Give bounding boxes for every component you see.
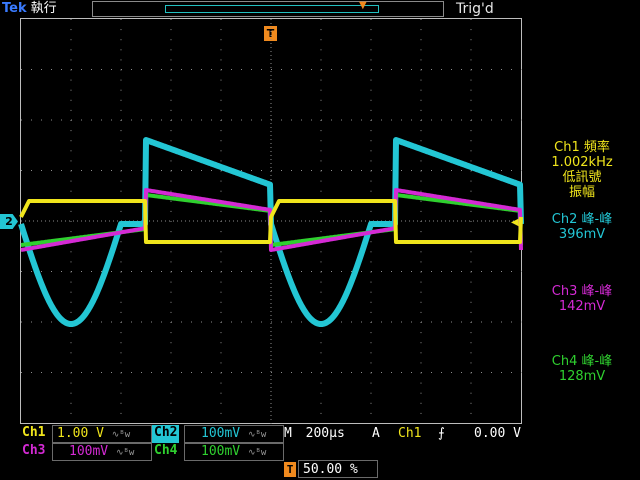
bandwidth-limit-icon: ∿ᴮw [247, 448, 267, 458]
measurement-value: 396mV [558, 227, 606, 242]
trigger-level-icon[interactable]: ◀ [511, 218, 519, 228]
trigger-mode: A [372, 426, 380, 441]
ch1-scale-value: 1.00 V [57, 426, 104, 441]
measurement-value: 128mV [558, 369, 606, 384]
ch1-scale[interactable]: 1.00 V ∿ᴮw [52, 425, 152, 443]
ch3-label[interactable]: Ch3 [20, 443, 47, 461]
timebase-label: M [284, 426, 292, 441]
measurement-ch2-pk2pk: Ch2 峰-峰 396mV [524, 212, 640, 242]
measurement-value: 1.002kHz [551, 155, 613, 170]
bandwidth-limit-icon: ∿ᴮw [115, 448, 135, 458]
trigger-position-readout[interactable]: 50.00 % [298, 460, 378, 478]
measurement-warning: 低訊號 [562, 170, 602, 185]
ch2-scale[interactable]: 100mV ∿ᴮw [184, 425, 284, 443]
readout-bar: Ch1 1.00 V ∿ᴮw Ch2 100mV ∿ᴮw M 200µs A C… [0, 424, 640, 480]
measurement-title: Ch4 峰-峰 [551, 354, 613, 369]
ch4-scale-value: 100mV [201, 444, 241, 459]
trigger-source[interactable]: Ch1 [398, 425, 421, 443]
measurement-value: 142mV [558, 299, 606, 314]
timebase-value: 200µs [305, 426, 345, 441]
ch2-label[interactable]: Ch2 [152, 425, 180, 443]
measurement-warning-2: 振幅 [568, 185, 595, 200]
trigger-position-marker: T [284, 462, 296, 477]
ch4-label[interactable]: Ch4 [152, 443, 179, 461]
ch3-scale-value: 100mV [69, 444, 109, 459]
trigger-slope-icon[interactable]: ⨍ [438, 425, 445, 443]
ch1-label[interactable]: Ch1 [20, 425, 47, 443]
measurement-title: Ch1 頻率 [554, 140, 610, 155]
trigger-level-value[interactable]: 0.00 V [474, 425, 521, 443]
measurement-title: Ch2 峰-峰 [551, 212, 613, 227]
ch4-scale[interactable]: 100mV ∿ᴮw [184, 443, 284, 461]
measurement-ch4-pk2pk: Ch4 峰-峰 128mV [524, 354, 640, 384]
measurement-title: Ch3 峰-峰 [551, 284, 613, 299]
timebase-readout[interactable]: M 200µs [284, 425, 345, 443]
bandwidth-limit-icon: ∿ᴮw [111, 430, 131, 440]
measurement-ch1-frequency: Ch1 頻率 1.002kHz 低訊號 振幅 [524, 140, 640, 200]
measurement-ch3-pk2pk: Ch3 峰-峰 142mV [524, 284, 640, 314]
ch2-scale-value: 100mV [201, 426, 241, 441]
bandwidth-limit-icon: ∿ᴮw [247, 430, 267, 440]
ch3-scale[interactable]: 100mV ∿ᴮw [52, 443, 152, 461]
